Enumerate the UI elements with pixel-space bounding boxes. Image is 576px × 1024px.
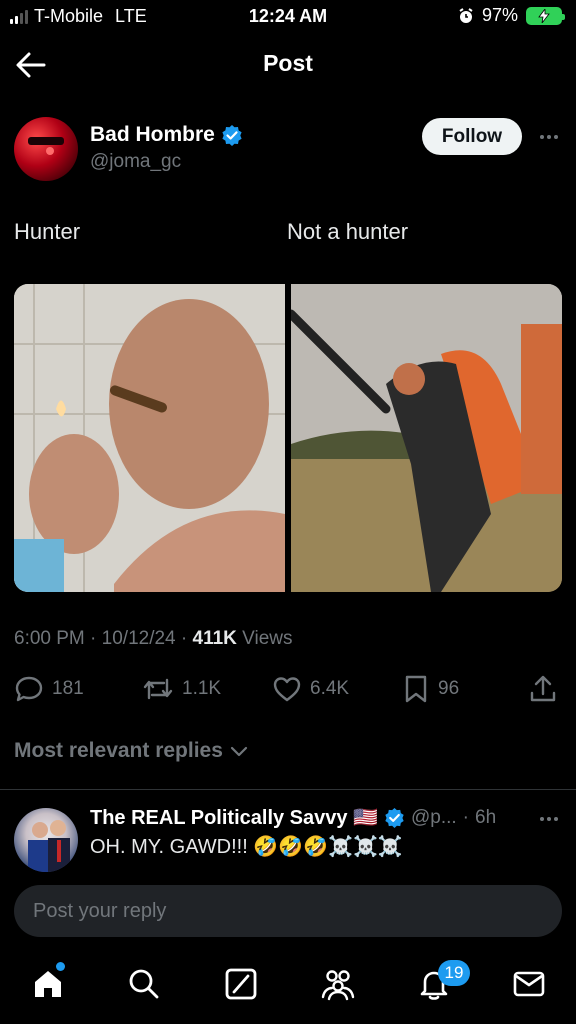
reply-header: The REAL Politically Savvy 🇺🇸 @p... · 6h xyxy=(90,805,497,830)
post-actions: 181 1.1K 6.4K 96 xyxy=(14,674,562,708)
reply-icon xyxy=(15,676,43,702)
replies-sort-label: Most relevant replies xyxy=(14,739,223,762)
post-more-icon[interactable] xyxy=(534,127,564,147)
reply-time: 6h xyxy=(475,806,497,828)
home-icon xyxy=(35,971,61,997)
grok-tab[interactable] xyxy=(221,964,261,1004)
notifications-badge: 19 xyxy=(438,960,470,986)
reply-more-icon[interactable] xyxy=(534,809,564,829)
caption-right: Not a hunter xyxy=(287,219,409,244)
reply-handle[interactable]: @p... xyxy=(411,807,457,829)
views-label: Views xyxy=(242,628,293,649)
author-handle[interactable]: @joma_gc xyxy=(90,151,181,173)
like-count: 6.4K xyxy=(310,678,350,699)
post-date: 10/12/24 xyxy=(101,628,176,649)
repost-action[interactable]: 1.1K xyxy=(142,674,221,704)
views-count: 411K xyxy=(192,628,237,649)
search-tab[interactable] xyxy=(124,964,164,1004)
media-image-left[interactable] xyxy=(14,284,285,592)
messages-tab[interactable] xyxy=(509,964,549,1004)
home-unread-dot xyxy=(56,962,65,971)
verified-badge-icon xyxy=(385,807,404,828)
heart-icon xyxy=(273,677,301,702)
verified-badge-icon xyxy=(222,125,242,146)
top-header: Post xyxy=(0,34,576,94)
author-name[interactable]: Bad Hombre xyxy=(90,123,215,147)
battery-percent: 97% xyxy=(481,5,518,25)
share-icon xyxy=(530,675,556,702)
caption-left: Hunter xyxy=(14,219,81,244)
alarm-icon xyxy=(459,7,473,23)
divider xyxy=(0,789,576,790)
share-action[interactable] xyxy=(528,674,558,704)
bottom-tab-bar xyxy=(0,950,576,1024)
reply-text: OH. MY. GAWD!!! 🤣🤣🤣☠️☠️☠️ xyxy=(90,836,403,858)
communities-icon xyxy=(321,970,355,1001)
media-image-right[interactable] xyxy=(291,284,562,592)
page-title: Post xyxy=(263,50,313,76)
communities-tab[interactable] xyxy=(318,964,358,1004)
reply-avatar[interactable] xyxy=(14,808,78,872)
reply-author-name[interactable]: The REAL Politically Savvy 🇺🇸 xyxy=(90,805,378,830)
bookmark-action[interactable]: 96 xyxy=(402,674,459,704)
post-time: 6:00 PM xyxy=(14,628,85,649)
replies-sort-dropdown[interactable]: Most relevant replies xyxy=(14,739,249,763)
post-media[interactable] xyxy=(14,284,562,592)
author-name-row[interactable]: Bad Hombre xyxy=(90,123,243,147)
bookmark-count: 96 xyxy=(438,678,460,699)
bookmark-icon xyxy=(405,675,427,703)
mail-icon xyxy=(513,971,545,997)
reply-count: 181 xyxy=(52,678,84,699)
status-bar: T-Mobile LTE 12:24 AM 97% xyxy=(0,0,576,34)
chevron-down-icon xyxy=(230,746,248,757)
reply-action[interactable]: 181 xyxy=(14,674,84,704)
author-avatar[interactable] xyxy=(14,117,78,181)
repost-count: 1.1K xyxy=(182,678,222,699)
follow-button[interactable]: Follow xyxy=(422,118,522,155)
search-icon xyxy=(129,969,159,999)
repost-icon xyxy=(143,678,173,700)
post-meta: 6:00 PM · 10/12/24 · 411K Views xyxy=(14,628,293,649)
grok-icon xyxy=(225,968,257,1000)
like-action[interactable]: 6.4K xyxy=(272,674,349,704)
status-right: 97% xyxy=(458,5,565,26)
reply-input[interactable]: Post your reply xyxy=(14,885,562,937)
battery-charging-icon xyxy=(526,6,565,25)
